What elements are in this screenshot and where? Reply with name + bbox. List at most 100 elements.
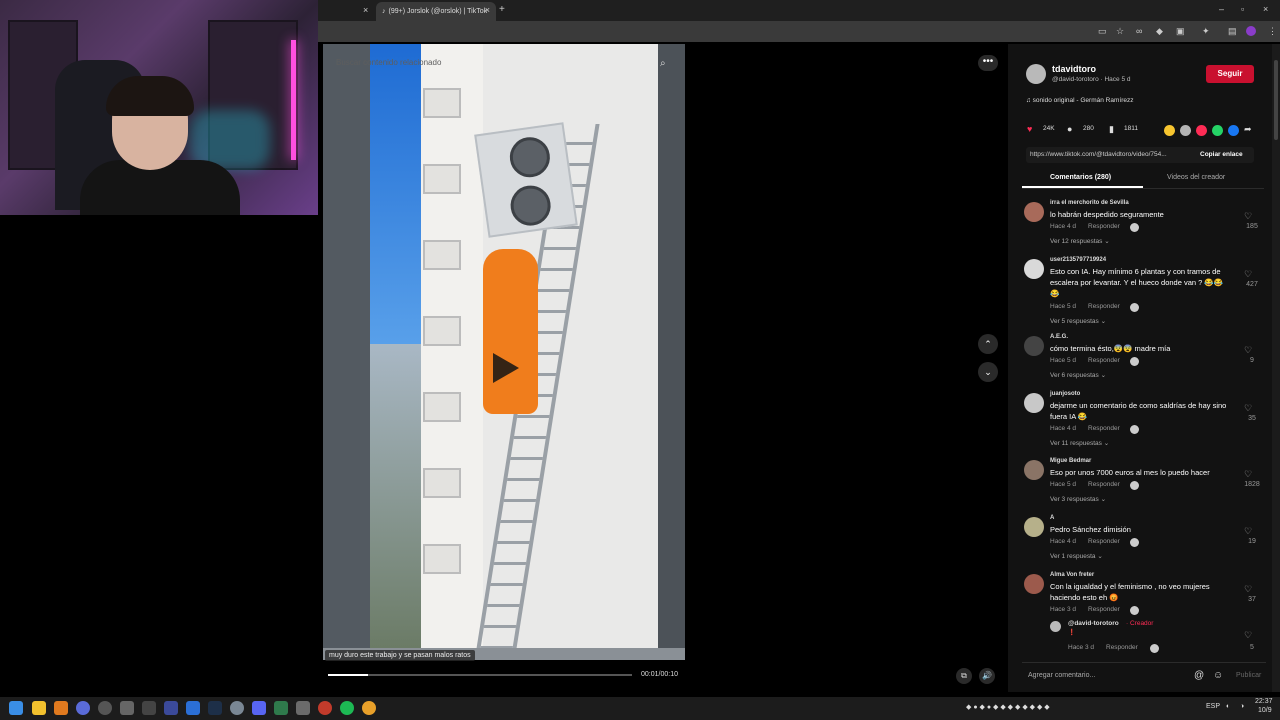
share-arrow-icon[interactable]: ➦ xyxy=(1244,124,1252,135)
like-heart-icon[interactable]: ♡ xyxy=(1244,584,1252,595)
close-tab-icon[interactable]: × xyxy=(485,5,490,15)
comment-username[interactable]: irra el merchorito de Sevilla xyxy=(1050,200,1129,206)
creator-avatar[interactable] xyxy=(1026,64,1046,84)
comment-reply-button[interactable]: Responder xyxy=(1088,303,1120,310)
search-icon[interactable] xyxy=(54,701,68,715)
view-replies-button[interactable]: Ver 5 respuestas ⌄ xyxy=(1050,317,1106,325)
like-heart-icon[interactable]: ♡ xyxy=(1244,345,1252,356)
steam-icon[interactable] xyxy=(208,701,222,715)
view-replies-button[interactable]: Ver 1 respuesta ⌄ xyxy=(1050,552,1103,560)
app-icon[interactable] xyxy=(230,701,244,715)
minimize-button[interactable]: – xyxy=(1219,4,1224,14)
scroll-thumb[interactable] xyxy=(1274,60,1278,140)
copy-link-button[interactable]: Copiar enlace xyxy=(1200,151,1243,158)
discord-icon[interactable] xyxy=(252,701,266,715)
comment-reply-button[interactable]: Responder xyxy=(1088,481,1120,488)
related-search-input[interactable]: Buscar contenido relacionado xyxy=(336,58,676,72)
star-icon[interactable]: ☆ xyxy=(1116,26,1124,37)
floating-player-icon[interactable]: ⧉ xyxy=(956,668,972,684)
tab-creator-videos[interactable]: Videos del creador xyxy=(1167,174,1225,181)
comment-reply-button[interactable]: Responder xyxy=(1088,425,1120,432)
panel-scrollbar[interactable] xyxy=(1272,44,1280,692)
maximize-button[interactable]: ▫ xyxy=(1241,4,1244,14)
mention-icon[interactable]: @ xyxy=(1194,670,1204,681)
comment-avatar[interactable] xyxy=(1024,202,1044,222)
view-replies-button[interactable]: Ver 3 respuestas ⌄ xyxy=(1050,495,1106,503)
like-heart-icon[interactable]: ♡ xyxy=(1244,269,1252,280)
app-icon[interactable] xyxy=(164,701,178,715)
close-tab-icon[interactable]: × xyxy=(363,5,368,15)
next-video-button[interactable]: ⌄ xyxy=(978,362,998,382)
comment-avatar[interactable] xyxy=(1024,336,1044,356)
language-indicator[interactable]: ESP xyxy=(1206,703,1220,710)
whatsapp-share-icon[interactable] xyxy=(1196,125,1207,136)
publish-button[interactable]: Publicar xyxy=(1236,672,1261,679)
app-icon[interactable] xyxy=(318,701,332,715)
comment-username[interactable]: user2135797719924 xyxy=(1050,257,1106,263)
install-icon[interactable]: ▭ xyxy=(1098,26,1107,37)
comment-icon[interactable]: ● xyxy=(1067,124,1072,134)
comment-username[interactable]: juanjosoto xyxy=(1050,391,1080,397)
like-heart-icon[interactable]: ♡ xyxy=(1244,526,1252,537)
sidepanel-icon[interactable]: ▤ xyxy=(1228,26,1237,37)
comment-username[interactable]: Migue Bedmar xyxy=(1050,458,1091,464)
reply-avatar[interactable] xyxy=(1050,621,1061,632)
app-icon[interactable] xyxy=(186,701,200,715)
extension-icon[interactable]: ∞ xyxy=(1136,26,1142,36)
creator-handle[interactable]: @david-torotoro · Hace 5 d xyxy=(1052,76,1131,83)
like-heart-icon[interactable]: ♡ xyxy=(1244,469,1252,480)
tab-tiktok[interactable]: ♪ (99+) Jorslok (@orslok) | TikTok × xyxy=(376,2,496,21)
file-explorer-icon[interactable] xyxy=(32,701,46,715)
reply-button[interactable]: Responder xyxy=(1106,644,1138,651)
comment-username[interactable]: A xyxy=(1050,515,1054,521)
add-comment-input[interactable]: Agregar comentario... xyxy=(1028,672,1095,679)
comment-avatar[interactable] xyxy=(1024,517,1044,537)
app-icon[interactable] xyxy=(142,701,156,715)
heart-icon[interactable]: ♥ xyxy=(1027,124,1032,134)
app-icon[interactable] xyxy=(274,701,288,715)
comment-reply-button[interactable]: Responder xyxy=(1088,538,1120,545)
clock-date[interactable]: 10/9 xyxy=(1258,707,1272,714)
like-heart-icon[interactable]: ♡ xyxy=(1244,630,1252,641)
spotify-icon[interactable] xyxy=(340,701,354,715)
app-icon[interactable] xyxy=(120,701,134,715)
bookmark-icon[interactable]: ▮ xyxy=(1109,124,1114,135)
search-icon[interactable]: ⌕ xyxy=(660,58,666,69)
facebook-share-icon[interactable] xyxy=(1228,125,1239,136)
shield-icon[interactable]: ◆ xyxy=(1156,26,1163,37)
like-heart-icon[interactable]: ♡ xyxy=(1244,403,1252,414)
comment-avatar[interactable] xyxy=(1024,574,1044,594)
new-tab-button[interactable]: + xyxy=(499,4,505,15)
app-icon[interactable] xyxy=(296,701,310,715)
network-icon[interactable]: ◐ xyxy=(1226,703,1230,710)
friends-share-icon[interactable] xyxy=(1180,125,1191,136)
comment-reply-button[interactable]: Responder xyxy=(1088,223,1120,230)
comment-username[interactable]: Alma Von freter xyxy=(1050,572,1094,578)
app-icon[interactable] xyxy=(98,701,112,715)
emoji-icon[interactable]: ☺ xyxy=(1213,670,1223,681)
comment-avatar[interactable] xyxy=(1024,259,1044,279)
music-link[interactable]: ♫ sonido original - Germán Ramírezz xyxy=(1026,97,1133,104)
tab-comments[interactable]: Comentarios (280) xyxy=(1050,174,1111,181)
volume-icon[interactable]: 🔊 xyxy=(979,668,995,684)
follow-button[interactable]: Seguir xyxy=(1206,65,1254,83)
comment-avatar[interactable] xyxy=(1024,393,1044,413)
puzzle-icon[interactable]: ▣ xyxy=(1176,26,1185,37)
start-icon[interactable] xyxy=(9,701,23,715)
video-progress-bar[interactable] xyxy=(328,674,632,676)
like-heart-icon[interactable]: ♡ xyxy=(1244,211,1252,222)
comment-username[interactable]: A.E.G. xyxy=(1050,334,1068,340)
comment-reply-button[interactable]: Responder xyxy=(1088,606,1120,613)
creator-username[interactable]: tdavidtoro xyxy=(1052,64,1096,74)
clock-time[interactable]: 22:37 xyxy=(1255,698,1273,705)
view-replies-button[interactable]: Ver 11 respuestas ⌄ xyxy=(1050,439,1109,447)
chrome-icon[interactable] xyxy=(362,701,376,715)
profile-avatar[interactable] xyxy=(1246,26,1256,36)
bookmarks-icon[interactable]: ✦ xyxy=(1202,26,1210,37)
view-replies-button[interactable]: Ver 12 respuestas ⌄ xyxy=(1050,237,1110,245)
comment-avatar[interactable] xyxy=(1024,460,1044,480)
vpn-icon[interactable] xyxy=(76,701,90,715)
video-player[interactable] xyxy=(323,44,685,660)
window-close-button[interactable]: × xyxy=(1263,4,1268,14)
view-replies-button[interactable]: Ver 6 respuestas ⌄ xyxy=(1050,371,1106,379)
